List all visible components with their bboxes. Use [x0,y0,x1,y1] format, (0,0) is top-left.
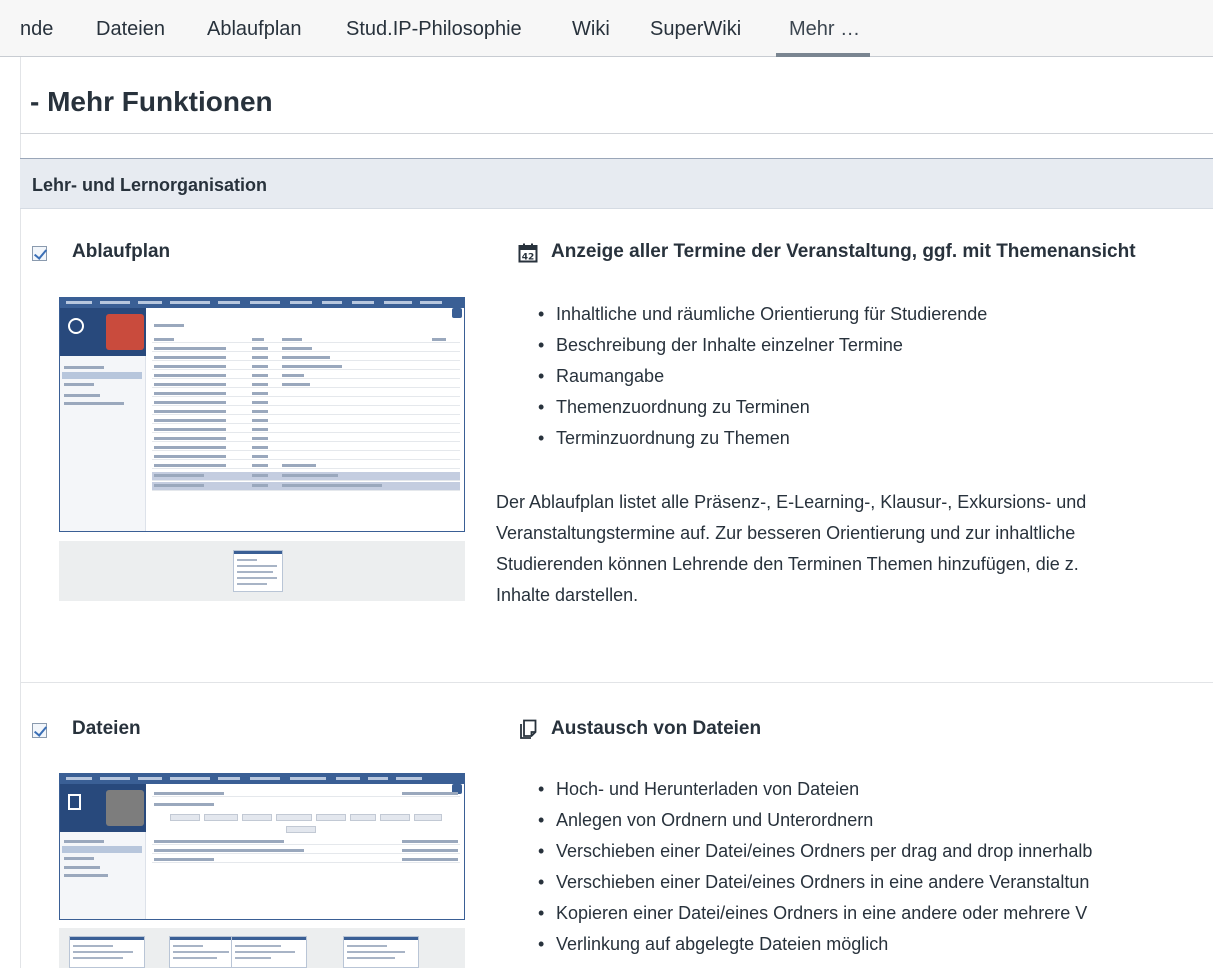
tab-superwiki[interactable]: SuperWiki [650,18,741,41]
tab-ablaufplan[interactable]: Ablaufplan [207,18,302,41]
tab-studip-philosophie[interactable]: Stud.IP-Philosophie [346,18,522,41]
list-item: Verschieben einer Datei/eines Ordners in… [538,867,1092,898]
tab-nde[interactable]: nde [20,18,53,41]
list-item: Raumangabe [538,361,987,392]
module-headline: Anzeige aller Termine der Veranstaltung,… [551,241,1136,262]
svg-text:42: 42 [522,253,535,263]
active-tab-indicator [776,53,870,57]
dateien-thumbnail-strip [59,928,465,968]
list-item: Terminzuordnung zu Themen [538,423,987,454]
files-icon [520,719,537,739]
course-navigation: nde Dateien Ablaufplan Stud.IP-Philosoph… [0,0,1213,57]
section-title: Lehr- und Lernorganisation [32,175,268,195]
thumbnail[interactable] [69,936,145,968]
calendar-42-icon: 42 [518,243,538,263]
list-item: Beschreibung der Inhalte einzelner Termi… [538,330,987,361]
feature-list: Inhaltliche und räumliche Orientierung f… [538,299,987,454]
module-name: Ablaufplan [72,241,171,262]
feature-list: Hoch- und Herunterladen von Dateien Anle… [538,774,1092,960]
module-description: Der Ablaufplan listet alle Präsenz-, E-L… [496,492,1087,605]
title-divider [20,133,1213,134]
module-headline: Austausch von Dateien [551,718,762,739]
thumbnail[interactable] [231,936,307,968]
thumbnail[interactable] [233,550,283,592]
list-item: Verschieben einer Datei/eines Ordners pe… [538,836,1092,867]
list-item: Kopieren einer Datei/eines Ordners in ei… [538,898,1092,929]
module-divider [20,682,1213,683]
list-item: Hoch- und Herunterladen von Dateien [538,774,1092,805]
section-header: Lehr- und Lernorganisation [20,158,1213,209]
ablaufplan-checkbox[interactable] [32,246,47,261]
ablaufplan-preview-image[interactable] [59,297,465,532]
list-item: Themenzuordnung zu Terminen [538,392,987,423]
thumbnail[interactable] [343,936,419,968]
dateien-checkbox[interactable] [32,723,47,738]
tab-wiki[interactable]: Wiki [572,18,610,41]
tab-mehr[interactable]: Mehr … [789,18,860,41]
page-title: - Mehr Funktionen [30,86,273,117]
dateien-preview-image[interactable] [59,773,465,920]
list-item: Inhaltliche und räumliche Orientierung f… [538,299,987,330]
tab-dateien[interactable]: Dateien [96,18,165,41]
list-item: Verlinkung auf abgelegte Dateien möglich [538,929,1092,960]
list-item: Anlegen von Ordnern und Unterordnern [538,805,1092,836]
module-name: Dateien [72,718,141,739]
ablaufplan-thumbnail-strip [59,541,465,601]
